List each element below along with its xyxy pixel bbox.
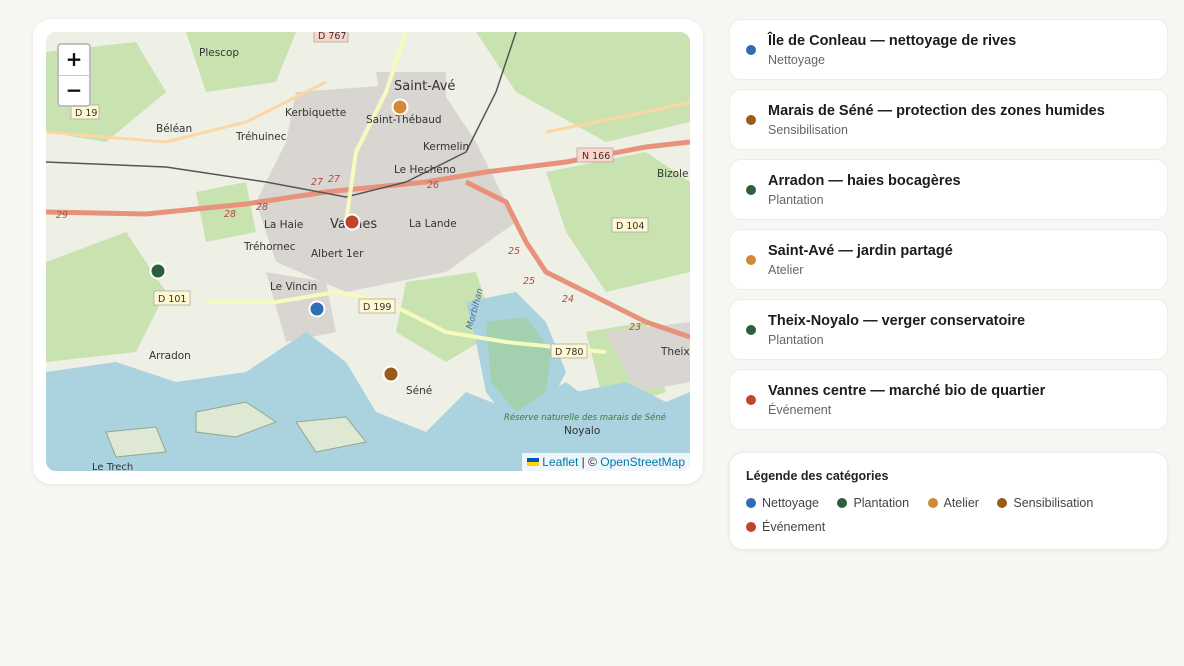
action-title: Theix-Noyalo — verger conservatoire bbox=[768, 313, 1026, 329]
category-dot bbox=[746, 255, 756, 265]
place-label: Saint-Avé bbox=[394, 79, 455, 94]
category-dot bbox=[746, 115, 756, 125]
place-label: Bizole bbox=[657, 168, 688, 180]
legend-title: Légende des catégories bbox=[746, 469, 889, 483]
zoom-control: + − bbox=[57, 43, 91, 107]
place-label: Le Trech bbox=[92, 462, 133, 471]
road-number: 23 bbox=[629, 322, 641, 333]
map-tiles[interactable]: Plescop Saint-Avé Kerbiquette Saint-Théb… bbox=[46, 32, 690, 471]
map[interactable]: Plescop Saint-Avé Kerbiquette Saint-Théb… bbox=[46, 32, 690, 471]
road-number: 27 bbox=[328, 174, 340, 185]
action-category: Événement bbox=[768, 403, 832, 417]
place-label: Noyalo bbox=[564, 425, 600, 437]
marker-vannes-centre[interactable] bbox=[343, 213, 361, 231]
action-category: Plantation bbox=[768, 193, 824, 207]
marker-marais-de-sene[interactable] bbox=[382, 365, 400, 383]
action-title: Vannes centre — marché bio de quartier bbox=[768, 383, 1046, 399]
legend-dot bbox=[997, 498, 1008, 508]
action-category: Plantation bbox=[768, 333, 824, 347]
category-legend: Légende des catégories Nettoyage Plantat… bbox=[729, 452, 1168, 550]
road-number: 25 bbox=[508, 246, 520, 257]
list-item[interactable]: Arradon — haies bocagères Plantation bbox=[729, 159, 1168, 220]
legend-entry: Plantation bbox=[837, 496, 909, 510]
category-dot bbox=[746, 325, 756, 335]
action-title: Saint-Avé — jardin partagé bbox=[768, 243, 953, 259]
list-item[interactable]: Vannes centre — marché bio de quartier É… bbox=[729, 369, 1168, 430]
list-item[interactable]: Marais de Séné — protection des zones hu… bbox=[729, 89, 1168, 150]
road-number: 28 bbox=[224, 209, 236, 220]
road-label: D 767 bbox=[318, 32, 346, 42]
road-number: 26 bbox=[427, 180, 439, 191]
road-number: 27 bbox=[311, 177, 323, 188]
place-label: Plescop bbox=[199, 47, 239, 59]
place-label: La Lande bbox=[409, 218, 457, 230]
leaflet-link[interactable]: Leaflet bbox=[542, 455, 578, 469]
marker-saint-ave[interactable] bbox=[391, 98, 409, 116]
legend-label: Nettoyage bbox=[762, 496, 819, 510]
marker-ile-de-conleau[interactable] bbox=[308, 300, 326, 318]
road-label: D 780 bbox=[555, 347, 583, 358]
openstreetmap-link[interactable]: OpenStreetMap bbox=[600, 455, 685, 469]
legend-dot bbox=[837, 498, 848, 508]
road-number: 28 bbox=[256, 202, 268, 213]
place-label: Béléan bbox=[156, 123, 192, 135]
place-label: Arradon bbox=[149, 350, 191, 362]
legend-entries: Nettoyage Plantation Atelier Sensibilisa… bbox=[746, 494, 1146, 542]
action-category: Sensibilisation bbox=[768, 123, 848, 137]
legend-label: Atelier bbox=[943, 496, 979, 510]
legend-label: Événement bbox=[762, 520, 826, 534]
place-label: Albert 1er bbox=[311, 248, 364, 260]
list-item[interactable]: Theix-Noyalo — verger conservatoire Plan… bbox=[729, 299, 1168, 360]
action-category: Nettoyage bbox=[768, 53, 825, 67]
legend-entry: Sensibilisation bbox=[997, 496, 1093, 510]
marker-arradon[interactable] bbox=[149, 262, 167, 280]
action-title: Arradon — haies bocagères bbox=[768, 173, 961, 189]
list-item[interactable]: Saint-Avé — jardin partagé Atelier bbox=[729, 229, 1168, 290]
actions-list: Île de Conleau — nettoyage de rives Nett… bbox=[729, 19, 1168, 439]
map-attribution: Leaflet | © OpenStreetMap bbox=[522, 453, 690, 471]
attribution-separator: | © bbox=[581, 455, 597, 469]
legend-entry: Événement bbox=[746, 520, 825, 534]
place-label: Tréhornec bbox=[243, 241, 296, 253]
zoom-in-button[interactable]: + bbox=[59, 45, 89, 75]
category-dot bbox=[746, 45, 756, 55]
road-label: D 19 bbox=[75, 108, 97, 119]
place-label: Le Vincin bbox=[270, 281, 317, 293]
road-number: 25 bbox=[523, 276, 535, 287]
legend-dot bbox=[746, 522, 756, 532]
legend-dot bbox=[746, 498, 756, 508]
road-label: D 199 bbox=[363, 302, 391, 313]
place-label: Kerbiquette bbox=[285, 107, 346, 119]
list-item[interactable]: Île de Conleau — nettoyage de rives Nett… bbox=[729, 19, 1168, 80]
road-label: D 104 bbox=[616, 221, 644, 232]
road-number: 29 bbox=[56, 210, 68, 221]
place-label: Theix bbox=[660, 346, 690, 358]
road-label: N 166 bbox=[582, 151, 610, 162]
road-number: 24 bbox=[562, 294, 574, 305]
category-dot bbox=[746, 185, 756, 195]
legend-label: Plantation bbox=[853, 496, 910, 510]
action-title: Marais de Séné — protection des zones hu… bbox=[768, 103, 1105, 119]
place-label: La Haie bbox=[264, 219, 303, 231]
action-title: Île de Conleau — nettoyage de rives bbox=[768, 33, 1017, 49]
legend-label: Sensibilisation bbox=[1013, 496, 1094, 510]
legend-entry: Atelier bbox=[927, 496, 979, 510]
ukraine-flag-icon bbox=[527, 458, 540, 466]
road-label: D 101 bbox=[158, 294, 186, 305]
place-label: Kermelin bbox=[423, 141, 469, 153]
action-category: Atelier bbox=[768, 263, 804, 277]
legend-dot bbox=[927, 498, 938, 508]
place-label: Séné bbox=[406, 385, 432, 397]
map-card: Plescop Saint-Avé Kerbiquette Saint-Théb… bbox=[33, 19, 703, 484]
zoom-out-button[interactable]: − bbox=[59, 75, 89, 105]
place-label: Saint-Thébaud bbox=[366, 114, 442, 126]
legend-entry: Nettoyage bbox=[746, 496, 819, 510]
reserve-label: Réserve naturelle des marais de Séné bbox=[504, 412, 666, 423]
place-label: Le Hecheno bbox=[394, 164, 456, 176]
category-dot bbox=[746, 395, 756, 405]
place-label: Tréhuinec bbox=[235, 131, 287, 143]
